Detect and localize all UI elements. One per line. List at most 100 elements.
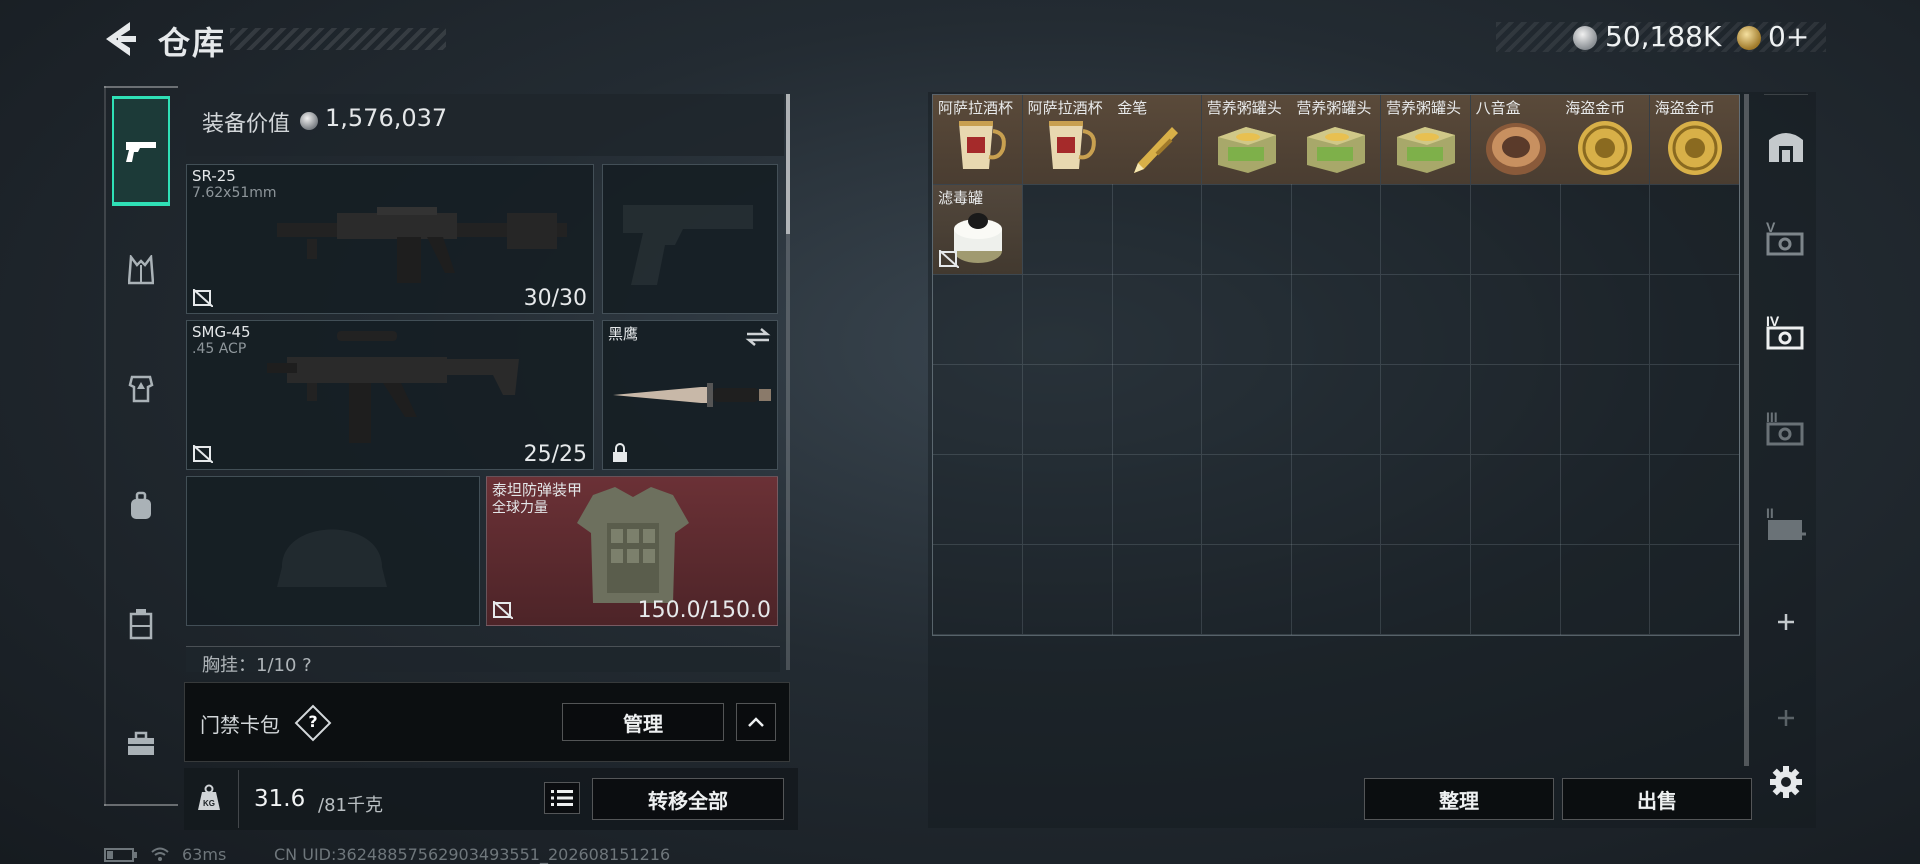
grid-cell[interactable] (1201, 275, 1292, 365)
grid-cell[interactable] (1291, 275, 1382, 365)
grid-cell[interactable] (1291, 185, 1382, 275)
grid-cell[interactable] (1022, 545, 1113, 635)
grid-cell[interactable] (1112, 545, 1203, 635)
grid-cell[interactable] (1201, 455, 1292, 545)
chevron-up-icon (748, 717, 764, 727)
melee-slot[interactable]: 黑鹰 (602, 320, 778, 470)
grid-cell[interactable] (1022, 275, 1113, 365)
grid-cell[interactable] (1560, 365, 1651, 455)
vest-icon (128, 255, 154, 285)
add-storage-tab[interactable] (1760, 590, 1812, 654)
storage-tab-main[interactable] (1760, 114, 1812, 178)
grid-cell[interactable] (1381, 545, 1471, 635)
grid-cell[interactable] (1112, 185, 1203, 275)
storage-item-name: 营养粥罐头 (1386, 99, 1462, 117)
storage-item[interactable]: 营养粥罐头 (1291, 95, 1381, 184)
category-tab-toolbox[interactable] (112, 690, 170, 798)
storage-tab-v[interactable]: V (1760, 206, 1812, 270)
grid-cell[interactable] (1022, 185, 1113, 275)
insured-flag-icon (493, 601, 513, 619)
lock-icon (613, 443, 627, 462)
grid-cell[interactable] (1470, 365, 1561, 455)
storage-tab-iii[interactable]: III (1760, 396, 1812, 460)
title-decoration (230, 28, 446, 50)
grid-cell[interactable] (933, 275, 1023, 365)
storage-item[interactable]: 阿萨拉酒杯 (933, 95, 1022, 184)
grid-cell[interactable] (1649, 365, 1740, 455)
grid-cell[interactable] (1381, 275, 1471, 365)
grid-cell[interactable] (1112, 455, 1203, 545)
grid-cell[interactable] (1112, 365, 1203, 455)
can-icon (1303, 117, 1369, 179)
grid-cell[interactable] (1381, 185, 1471, 275)
storage-item[interactable]: 阿萨拉酒杯 (1022, 95, 1112, 184)
svg-text:KG: KG (203, 799, 215, 808)
grid-cell[interactable] (1560, 275, 1651, 365)
armor-slot[interactable]: 泰坦防弹装甲 全球力量 150.0/150.0 (486, 476, 778, 626)
equipment-scroll-thumb[interactable] (786, 94, 790, 234)
primary-weapon-slot[interactable]: SR-25 7.62x51mm 30/30 (186, 164, 594, 314)
grid-cell[interactable] (1649, 275, 1740, 365)
storage-item[interactable]: 营养粥罐头 (1201, 95, 1291, 184)
collapse-button[interactable] (736, 703, 776, 741)
container-icon (129, 609, 153, 640)
category-tab-armor[interactable] (112, 334, 170, 442)
storage-item[interactable]: 八音盒 (1470, 95, 1560, 184)
grid-cell[interactable] (1560, 455, 1651, 545)
settings-button[interactable] (1760, 750, 1812, 814)
grid-cell[interactable] (1470, 545, 1561, 635)
grid-cell[interactable] (1381, 365, 1471, 455)
back-arrow-icon[interactable] (100, 18, 140, 60)
storage-item[interactable]: 营养粥罐头 (1381, 95, 1470, 184)
grid-cell[interactable] (933, 365, 1023, 455)
grid-cell[interactable] (933, 455, 1023, 545)
grid-cell[interactable] (1381, 455, 1471, 545)
grid-cell[interactable] (1560, 185, 1651, 275)
storage-tab-iv[interactable]: IV (1760, 300, 1812, 364)
weapon-name: SMG-45 (192, 323, 251, 341)
sell-button[interactable]: 出售 (1562, 778, 1752, 820)
helmet-slot[interactable] (186, 476, 480, 626)
swap-icon[interactable] (745, 327, 771, 347)
storage-scrollbar[interactable] (1744, 94, 1749, 766)
grid-cell[interactable] (1112, 275, 1203, 365)
grid-cell[interactable] (1201, 545, 1292, 635)
category-tab-chest-rig[interactable] (112, 216, 170, 324)
list-view-button[interactable] (544, 782, 580, 814)
storage-tab-ii[interactable]: II (1760, 492, 1812, 556)
storage-item[interactable]: 海盗金币 (1560, 95, 1650, 184)
grid-cell[interactable] (1201, 185, 1292, 275)
grid-cell[interactable] (1022, 365, 1113, 455)
grid-cell[interactable] (1022, 455, 1113, 545)
grid-cell[interactable] (1291, 545, 1382, 635)
category-tab-weapons[interactable] (112, 96, 170, 206)
grid-cell[interactable] (1470, 275, 1561, 365)
grid-cell[interactable] (1560, 545, 1651, 635)
weapon-name: SR-25 (192, 167, 236, 185)
secondary-weapon-slot[interactable]: SMG-45 .45 ACP 25/25 (186, 320, 594, 470)
transfer-all-button[interactable]: 转移全部 (592, 778, 784, 820)
grid-cell[interactable] (1649, 455, 1740, 545)
premium-value[interactable]: 0+ (1768, 20, 1809, 53)
add-storage-tab-disabled[interactable] (1760, 686, 1812, 750)
category-tab-backpack[interactable] (112, 452, 170, 560)
storage-item[interactable]: 滤毒罐 (933, 185, 1022, 274)
sort-button[interactable]: 整理 (1364, 778, 1554, 820)
grid-cell[interactable] (1291, 455, 1382, 545)
help-icon-glyph: ? (308, 712, 318, 731)
grid-cell[interactable] (1201, 365, 1292, 455)
sidearm-slot[interactable] (602, 164, 778, 314)
grid-cell[interactable] (1470, 455, 1561, 545)
category-tab-pouch[interactable] (112, 570, 170, 678)
grid-cell[interactable] (1470, 185, 1561, 275)
equipment-value-label: 装备价值 (202, 112, 291, 137)
storage-item[interactable]: 金笔 (1112, 95, 1202, 184)
storage-grid[interactable]: 阿萨拉酒杯 阿萨拉酒杯 金笔 营养粥罐头 营养粥罐头 营养粥罐头 八音盒 海盗金币 海盗金币 滤毒… (932, 94, 1740, 636)
ammo-count: 30/30 (523, 286, 587, 311)
grid-cell[interactable] (1649, 545, 1740, 635)
storage-item[interactable]: 海盗金币 (1649, 95, 1739, 184)
manage-button[interactable]: 管理 (562, 703, 724, 741)
grid-cell[interactable] (1291, 365, 1382, 455)
grid-cell[interactable] (1649, 185, 1740, 275)
grid-cell[interactable] (933, 545, 1023, 635)
